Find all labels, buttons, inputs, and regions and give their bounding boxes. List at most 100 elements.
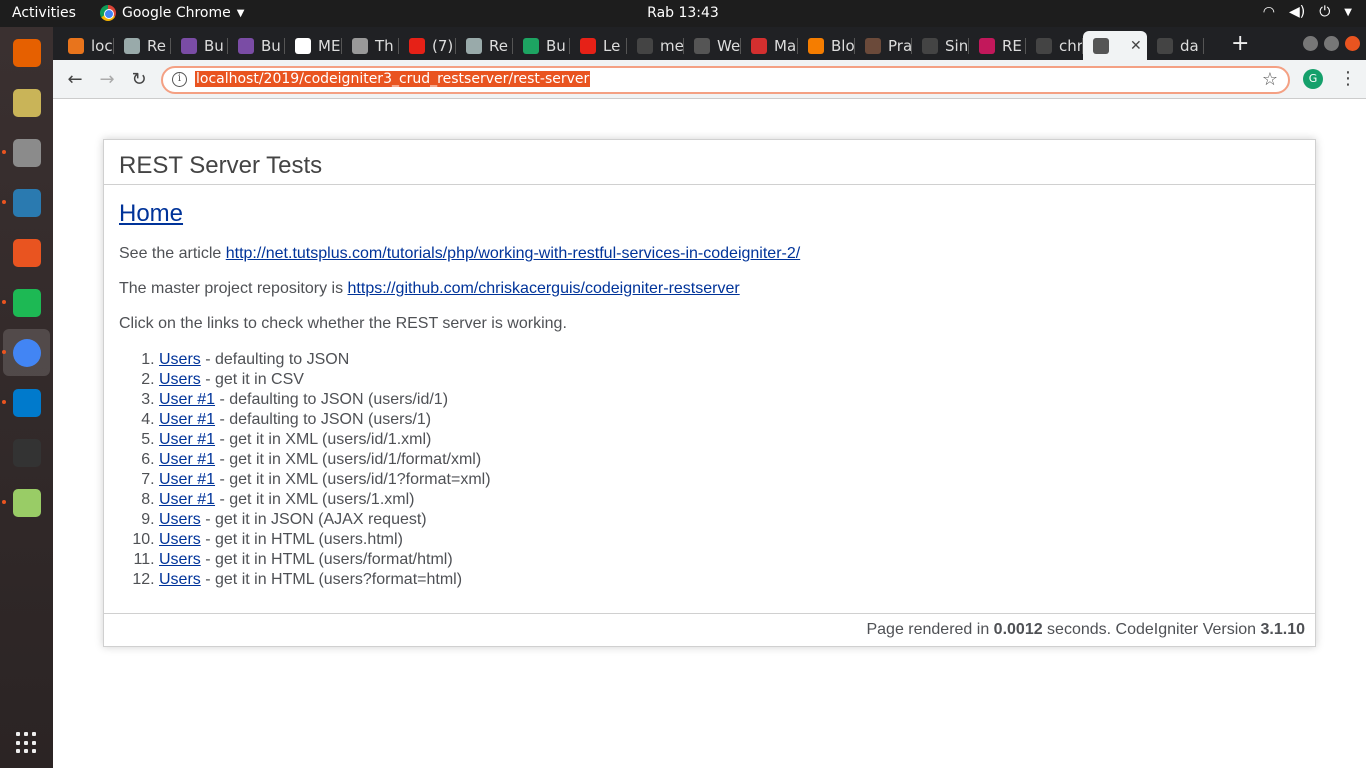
test-description: - get it in CSV	[200, 371, 304, 388]
browser-tab[interactable]: da	[1147, 31, 1204, 60]
browser-tab[interactable]: We	[684, 31, 741, 60]
tab-title: loc	[91, 36, 113, 55]
browser-tab[interactable]: Pra	[855, 31, 912, 60]
image-viewer-icon[interactable]	[8, 484, 45, 521]
test-link[interactable]: Users	[159, 571, 201, 588]
new-tab-button[interactable]: +	[1231, 31, 1249, 56]
xampp-icon	[68, 37, 84, 54]
firefox-icon[interactable]	[8, 34, 45, 71]
tab-title: Th	[375, 36, 394, 55]
clock[interactable]: Rab 13:43	[647, 5, 719, 21]
chrome-glyph	[12, 338, 41, 367]
repo-link[interactable]: https://github.com/chriskacerguis/codeig…	[348, 280, 740, 297]
globe-icon	[1093, 37, 1109, 54]
system-top-bar: Activities Google Chrome ▼ Rab 13:43 ◠ ◀…	[0, 0, 1366, 27]
tab-title: We	[717, 36, 741, 55]
power-icon[interactable]: ⏻	[1319, 4, 1330, 20]
article-link[interactable]: http://net.tutsplus.com/tutorials/php/wo…	[226, 245, 800, 262]
browser-tab[interactable]: Bu	[513, 31, 570, 60]
close-window-button[interactable]	[1345, 36, 1360, 51]
system-tray[interactable]: ◠ ◀) ⏻ ▼	[1263, 4, 1352, 20]
repo-prefix: The master project repository is	[119, 280, 348, 297]
browser-tab[interactable]: (7)	[399, 31, 456, 60]
running-indicator	[2, 350, 6, 354]
minimize-button[interactable]	[1303, 36, 1318, 51]
test-link[interactable]: User #1	[159, 491, 215, 508]
browser-tab[interactable]: Th	[342, 31, 399, 60]
tab-strip: loc Re Bu Bu ME Th (7) Re Bu Le me We Ma Blo Pra Sin RE c…	[53, 27, 1366, 60]
test-link[interactable]: Users	[159, 551, 201, 568]
chrome-menu-button[interactable]: ⋮	[1339, 68, 1357, 89]
grid-dot	[24, 740, 28, 745]
test-list-item: Users - get it in JSON (AJAX request)	[159, 510, 1300, 530]
tab-title: RE	[1002, 36, 1022, 55]
test-list: Users - defaulting to JSONUsers - get it…	[159, 350, 1300, 590]
browser-tab[interactable]: Re	[456, 31, 513, 60]
chrome-icon[interactable]	[3, 329, 50, 376]
close-tab-icon[interactable]: ✕	[1130, 38, 1142, 54]
terminal-icon[interactable]	[8, 434, 45, 471]
libreoffice-impress-icon[interactable]	[8, 184, 45, 221]
test-link[interactable]: Users	[159, 351, 201, 368]
test-description: - get it in HTML (users.html)	[200, 531, 403, 548]
show-applications-icon[interactable]	[16, 732, 38, 754]
files-icon[interactable]	[8, 134, 45, 171]
test-list-item: Users - get it in HTML (users?format=htm…	[159, 570, 1300, 590]
browser-tab[interactable]: Bu	[171, 31, 228, 60]
url-text[interactable]: localhost/2019/codeigniter3_crud_restser…	[195, 71, 591, 87]
test-link[interactable]: User #1	[159, 391, 215, 408]
reload-button[interactable]: ↻	[128, 68, 150, 90]
youtube-icon	[580, 37, 596, 54]
grid-dot	[32, 749, 36, 754]
test-description: - get it in HTML (users/format/html)	[200, 551, 453, 568]
test-link[interactable]: Users	[159, 371, 201, 388]
rhythmbox-icon[interactable]	[8, 84, 45, 121]
forward-button[interactable]: →	[96, 68, 118, 90]
address-bar[interactable]: i localhost/2019/codeigniter3_crud_rests…	[161, 66, 1290, 94]
browser-tab[interactable]: Bu	[228, 31, 285, 60]
app-menu[interactable]: Google Chrome ▼	[100, 5, 244, 21]
browser-tab[interactable]: Le	[570, 31, 627, 60]
article-paragraph: See the article http://net.tutsplus.com/…	[119, 245, 1300, 263]
browser-tab[interactable]: Blo	[798, 31, 855, 60]
test-link[interactable]: Users	[159, 531, 201, 548]
app-menu-label: Google Chrome	[122, 5, 231, 21]
info-icon[interactable]: i	[172, 72, 187, 87]
browser-tab[interactable]: me	[627, 31, 684, 60]
maximize-button[interactable]	[1324, 36, 1339, 51]
test-link[interactable]: User #1	[159, 431, 215, 448]
browser-tab[interactable]: chr	[1026, 31, 1083, 60]
home-link[interactable]: Home	[119, 200, 183, 228]
browser-tab[interactable]: ME	[285, 31, 342, 60]
vscode-icon[interactable]	[8, 384, 45, 421]
volume-icon[interactable]: ◀)	[1289, 4, 1305, 20]
extension-icon[interactable]: G	[1303, 69, 1323, 89]
django-icon	[523, 37, 539, 54]
github-icon	[1157, 37, 1173, 54]
activities-button[interactable]: Activities	[12, 5, 76, 21]
test-link[interactable]: User #1	[159, 411, 215, 428]
browser-tab[interactable]: Ma	[741, 31, 798, 60]
browser-tab[interactable]: Re	[114, 31, 171, 60]
wifi-icon[interactable]: ◠	[1263, 4, 1275, 20]
youtube-icon	[409, 37, 425, 54]
running-indicator	[2, 150, 6, 154]
browser-tab[interactable]: loc	[58, 31, 114, 60]
test-link[interactable]: Users	[159, 511, 201, 528]
browser-tab[interactable]: ✕	[1083, 31, 1147, 60]
test-link[interactable]: User #1	[159, 451, 215, 468]
bookmark-star-icon[interactable]: ☆	[1262, 69, 1278, 90]
tab-title: Le	[603, 36, 621, 55]
terminal-glyph	[12, 438, 41, 467]
test-description: - get it in XML (users/id/1.xml)	[215, 431, 432, 448]
figma-icon	[352, 37, 368, 54]
spotify-icon[interactable]	[8, 284, 45, 321]
software-center-icon[interactable]	[8, 234, 45, 271]
tab-title: (7)	[432, 36, 454, 55]
browser-tab[interactable]: Sin	[912, 31, 969, 60]
chevron-down-icon: ▼	[236, 7, 245, 19]
test-link[interactable]: User #1	[159, 471, 215, 488]
browser-tab[interactable]: RE	[969, 31, 1026, 60]
back-button[interactable]: ←	[64, 68, 86, 90]
chevron-down-icon[interactable]: ▼	[1344, 7, 1352, 20]
